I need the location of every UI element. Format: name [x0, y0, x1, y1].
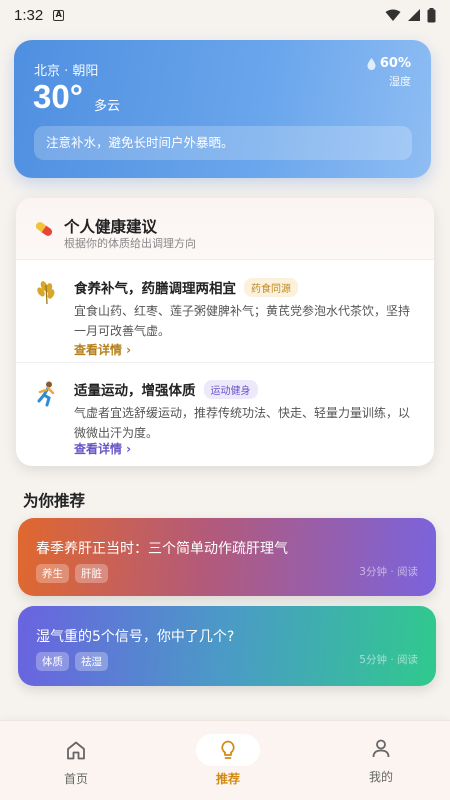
nav-home-label: 首页	[63, 772, 88, 786]
nav-recommend[interactable]: 推荐	[178, 721, 278, 800]
wheat-icon	[37, 281, 55, 305]
health-tip-item[interactable]: 食养补气，药膳调理两相宜 药食同源 宜食山药、红枣、莲子粥健脾补气；黄芪党参泡水…	[16, 261, 434, 361]
health-title: 个人健康建议	[64, 218, 158, 236]
health-header: 个人健康建议 根据你的体质给出调理方向	[16, 198, 434, 260]
notification-icon: A	[53, 9, 65, 21]
health-tip-item[interactable]: 适量运动，增强体质 运动健身 气虚者宜选舒缓运动，推荐传统功法、快走、轻量力量训…	[16, 363, 434, 463]
weather-tip: 注意补水，避免长时间户外暴晒。	[34, 126, 412, 160]
view-details-link[interactable]: 查看详情 ›	[74, 341, 131, 358]
droplet-icon	[367, 57, 376, 70]
humidity-block: 60% 湿度	[367, 56, 411, 89]
recommend-tag: 祛湿	[75, 652, 108, 671]
humidity-value: 60%	[379, 56, 411, 71]
weather-location: 北京 · 朝阳	[34, 64, 99, 79]
recommend-card-meta: 3分钟 · 阅读	[359, 566, 418, 578]
nav-me[interactable]: 我的	[331, 721, 431, 800]
health-tip-desc: 气虚者宜选舒缓运动，推荐传统功法、快走、轻量力量训练，以微微出汗为度。	[74, 406, 411, 440]
wifi-icon	[385, 9, 401, 21]
recommend-card-meta: 5分钟 · 阅读	[359, 654, 418, 666]
health-tip-tag: 运动健身	[203, 379, 258, 399]
recommend-card-tags: 养生 肝脏	[36, 564, 108, 583]
weather-condition: 多云	[94, 99, 121, 114]
nav-home[interactable]: 首页	[26, 721, 126, 800]
health-tip-title-row: 适量运动，增强体质 运动健身	[74, 379, 258, 399]
weather-temperature: 30°	[33, 78, 83, 115]
recommend-section-title: 为你推荐	[23, 492, 86, 510]
health-tip-title-row: 食养补气，药膳调理两相宜 药食同源	[74, 277, 298, 297]
humidity-label: 湿度	[389, 75, 411, 88]
health-subtitle: 根据你的体质给出调理方向	[64, 237, 196, 250]
recommend-card-title: 湿气重的5个信号，你中了几个?	[36, 629, 235, 645]
recommend-tag: 体质	[36, 652, 69, 671]
recommend-card-title: 春季养肝正当时：三个简单动作疏肝理气	[36, 541, 288, 557]
pill-icon	[35, 222, 53, 236]
person-icon	[372, 739, 390, 758]
health-tip-title: 适量运动，增强体质	[74, 383, 196, 399]
recommend-tag: 肝脏	[75, 564, 108, 583]
status-time: 1:32	[14, 6, 44, 24]
status-bar: 1:32 A	[0, 0, 450, 30]
view-details-link[interactable]: 查看详情 ›	[74, 440, 131, 457]
signal-icon	[408, 9, 420, 21]
nav-me-label: 我的	[368, 770, 393, 784]
nav-recommend-label: 推荐	[215, 772, 240, 786]
recommend-card-tags: 体质 祛湿	[36, 652, 108, 671]
health-tip-desc: 宜食山药、红枣、莲子粥健脾补气；黄芪党参泡水代茶饮，坚持一月可改善气虚。	[74, 304, 411, 338]
battery-icon	[427, 7, 436, 22]
home-icon	[67, 741, 85, 760]
lightbulb-icon	[221, 740, 235, 759]
recommend-card[interactable]: 湿气重的5个信号，你中了几个? 体质 祛湿 5分钟 · 阅读	[18, 606, 436, 686]
recommend-tag: 养生	[36, 564, 69, 583]
bottom-nav: 首页 推荐 我的	[0, 720, 450, 800]
health-advice-card: 个人健康建议 根据你的体质给出调理方向 食养补气，药膳调理两相宜 药食同源 宜食…	[16, 198, 434, 466]
health-tip-tag: 药食同源	[244, 277, 298, 297]
running-icon	[37, 381, 55, 407]
status-indicators	[385, 7, 436, 23]
health-tip-title: 食养补气，药膳调理两相宜	[74, 281, 236, 297]
weather-card[interactable]: 北京 · 朝阳 30° 多云 60% 湿度 注意补水，避免长时间户外暴晒。	[14, 40, 431, 178]
humidity-value-row: 60%	[367, 56, 411, 71]
recommend-card[interactable]: 春季养肝正当时：三个简单动作疏肝理气 养生 肝脏 3分钟 · 阅读	[18, 518, 436, 596]
